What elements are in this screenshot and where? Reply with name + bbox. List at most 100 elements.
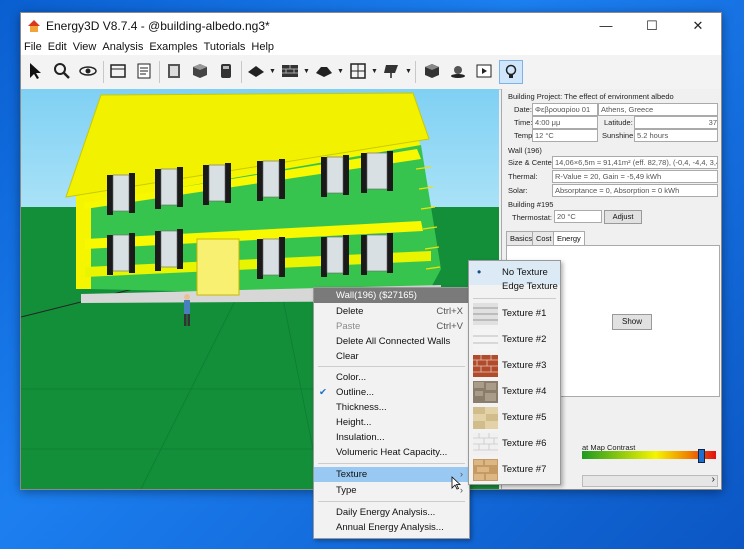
- menu-separator: [318, 366, 465, 367]
- menu-file[interactable]: File: [21, 39, 45, 55]
- submenu-item-texture-7[interactable]: Texture #7: [469, 457, 560, 483]
- menu-separator: [318, 463, 465, 464]
- menu-separator: [473, 298, 556, 299]
- scroll-right-icon[interactable]: ›: [712, 474, 715, 485]
- submenu-item-texture-5[interactable]: Texture #5: [469, 405, 560, 431]
- menu-item-insulation[interactable]: Insulation...: [314, 430, 469, 445]
- wall-icon[interactable]: [163, 60, 185, 82]
- heatmap-slider-thumb[interactable]: [698, 449, 705, 463]
- close-button[interactable]: ✕: [675, 13, 721, 39]
- rotate-view-icon[interactable]: [77, 60, 99, 82]
- cube-icon[interactable]: [421, 60, 443, 82]
- submenu-item-texture-1[interactable]: Texture #1: [469, 301, 560, 327]
- maximize-button[interactable]: ☐: [629, 13, 675, 39]
- size-label: Size & Center:: [508, 158, 557, 167]
- menu-item-annual-energy-analysis[interactable]: Annual Energy Analysis...: [314, 520, 469, 535]
- select-arrow-icon[interactable]: [25, 60, 47, 82]
- note-icon[interactable]: [133, 60, 155, 82]
- menu-help[interactable]: Help: [248, 39, 277, 55]
- menu-examples[interactable]: Examples: [146, 39, 200, 55]
- time-field[interactable]: 4:00 μμ: [532, 116, 598, 129]
- texture-7-swatch: [473, 459, 498, 481]
- heatmap-contrast-slider[interactable]: [582, 451, 716, 459]
- roof-icon[interactable]: [215, 60, 237, 82]
- chevron-down-icon[interactable]: ▼: [337, 68, 344, 75]
- menu-item-delete-all-connected-walls[interactable]: Delete All Connected Walls: [314, 334, 469, 349]
- tab-energy[interactable]: Energy: [553, 231, 585, 245]
- menu-view[interactable]: View: [70, 39, 100, 55]
- latitude-field[interactable]: 37: [634, 116, 718, 129]
- window-title: Energy3D V8.7.4 - @building-albedo.ng3*: [46, 19, 270, 33]
- menu-item-label: Type: [336, 485, 357, 496]
- menu-bar: File Edit View Analysis Examples Tutorials Hel…: [21, 39, 721, 55]
- box-icon[interactable]: [189, 60, 211, 82]
- floor-icon[interactable]: [245, 60, 267, 82]
- solar-panel-icon[interactable]: [381, 60, 403, 82]
- shortcut-label: Ctrl+X: [436, 306, 463, 317]
- thermostat-field: 20 °C: [554, 210, 602, 223]
- date-label: Date:: [514, 105, 532, 114]
- chevron-down-icon[interactable]: ▼: [405, 68, 412, 75]
- building-heading: Building #195: [508, 200, 554, 209]
- play-icon[interactable]: [473, 60, 495, 82]
- menu-item-paste[interactable]: Paste Ctrl+V: [314, 319, 469, 334]
- menu-tutorials[interactable]: Tutorials: [201, 39, 249, 55]
- menu-item-type[interactable]: Type ›: [314, 483, 469, 498]
- selected-dot-icon: •: [477, 265, 482, 279]
- foundation-icon[interactable]: [107, 60, 129, 82]
- solar-label: Solar:: [508, 186, 528, 195]
- project-heading: Building Project: The effect of environm…: [508, 92, 674, 101]
- thermostat-label: Thermostat:: [512, 213, 553, 222]
- date-field[interactable]: Φεβρουαρίου 01: [532, 103, 598, 116]
- menu-item-delete[interactable]: Delete Ctrl+X: [314, 304, 469, 319]
- chevron-down-icon[interactable]: ▼: [269, 68, 276, 75]
- mouse-cursor-icon: [451, 476, 461, 490]
- thermal-field: R-Value = 20, Gain = -5,49 kWh: [552, 170, 718, 183]
- title-bar: Energy3D V8.7.4 - @building-albedo.ng3* …: [21, 13, 721, 39]
- floor-icon[interactable]: [313, 60, 335, 82]
- texture-1-swatch: [473, 303, 498, 325]
- horizontal-scrollbar[interactable]: ›: [582, 474, 718, 487]
- menu-item-label: Outline...: [336, 387, 375, 398]
- menu-item-texture[interactable]: Texture ›: [314, 467, 469, 482]
- window-icon[interactable]: [347, 60, 369, 82]
- solar-field: Absorptance = 0, Absorption = 0 kWh: [552, 184, 718, 197]
- menu-analysis[interactable]: Analysis: [99, 39, 146, 55]
- check-icon: ✔: [319, 387, 327, 398]
- texture-submenu: • No Texture Edge Texture Texture #1 Text…: [468, 260, 561, 485]
- menu-item-thickness[interactable]: Thickness...: [314, 400, 469, 415]
- light-bulb-icon[interactable]: [499, 60, 523, 84]
- submenu-item-texture-6[interactable]: Texture #6: [469, 431, 560, 457]
- menu-item-label: Texture: [336, 469, 368, 480]
- sunshine-label: Sunshine:: [602, 131, 636, 140]
- menu-item-clear[interactable]: Clear: [314, 349, 469, 364]
- sun-icon[interactable]: [447, 60, 469, 82]
- adjust-button[interactable]: Adjust: [604, 210, 642, 224]
- minimize-button[interactable]: —: [583, 13, 629, 39]
- location-select[interactable]: Athens, Greece: [598, 103, 718, 116]
- menu-item-color[interactable]: Color...: [314, 370, 469, 385]
- submenu-item-edge-texture[interactable]: Edge Texture: [469, 279, 560, 295]
- chevron-down-icon[interactable]: ▼: [303, 68, 310, 75]
- submenu-item-texture-4[interactable]: Texture #4: [469, 379, 560, 405]
- brick-wall-icon[interactable]: [279, 60, 301, 82]
- menu-edit[interactable]: Edit: [45, 39, 70, 55]
- menu-separator: [318, 501, 465, 502]
- menu-item-outline[interactable]: ✔ Outline...: [314, 385, 469, 400]
- chevron-down-icon[interactable]: ▼: [371, 68, 378, 75]
- show-button[interactable]: Show: [612, 314, 652, 330]
- zoom-icon[interactable]: [51, 60, 73, 82]
- submenu-item-texture-3[interactable]: Texture #3: [469, 353, 560, 379]
- time-label: Time:: [514, 118, 533, 127]
- toolbar: ▼ ▼ ▼ ▼ ▼: [21, 55, 721, 90]
- menu-item-volumeric-heat-capacity[interactable]: Volumeric Heat Capacity...: [314, 445, 469, 460]
- sunshine-field: 5.2 hours: [634, 129, 718, 142]
- menu-item-daily-energy-analysis[interactable]: Daily Energy Analysis...: [314, 505, 469, 520]
- app-icon: [28, 20, 40, 32]
- tab-cost[interactable]: Cost: [532, 231, 556, 245]
- submenu-item-texture-2[interactable]: Texture #2: [469, 327, 560, 353]
- menu-item-height[interactable]: Height...: [314, 415, 469, 430]
- texture-6-swatch: [473, 433, 498, 455]
- texture-3-swatch: [473, 355, 498, 377]
- context-menu-header: Wall(196) ($27165): [314, 288, 469, 303]
